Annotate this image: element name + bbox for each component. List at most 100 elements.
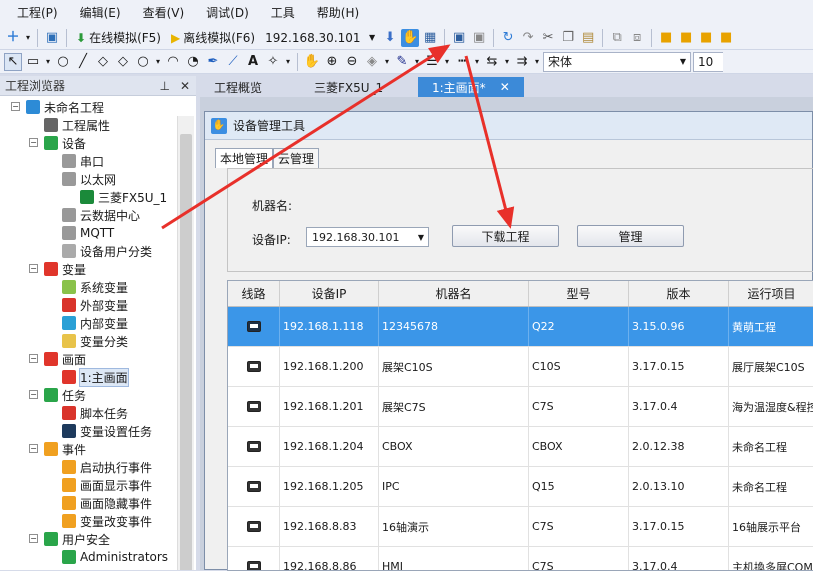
- tab-main-screen[interactable]: 1:主画面* ✕: [418, 77, 524, 97]
- copy-icon[interactable]: ❐: [559, 29, 577, 47]
- diamond-icon[interactable]: ◇: [94, 53, 112, 71]
- dropdown-arrow-icon[interactable]: ▾: [503, 53, 511, 71]
- expand-toggle-icon[interactable]: −: [29, 534, 38, 543]
- tree-node[interactable]: 任务: [44, 386, 86, 404]
- tab-local-management[interactable]: 本地管理: [215, 148, 274, 168]
- arc-icon[interactable]: ◠: [164, 53, 182, 71]
- online-simulation-button[interactable]: ⬇ 在线模拟(F5): [72, 28, 165, 48]
- zoom-out-icon[interactable]: ⊖: [343, 53, 361, 71]
- manage-button[interactable]: 管理: [577, 225, 684, 247]
- line-color-icon[interactable]: ✎: [393, 53, 411, 71]
- tree-node[interactable]: 画面隐藏事件: [62, 494, 152, 512]
- dropdown-arrow-icon[interactable]: ▾: [443, 53, 451, 71]
- connector-icon[interactable]: ⟋: [224, 53, 242, 71]
- download-icon[interactable]: ⬇: [381, 29, 399, 47]
- layer-icon[interactable]: ■: [717, 29, 735, 47]
- tree-node[interactable]: 未命名工程: [26, 98, 104, 116]
- column-header[interactable]: 型号: [529, 281, 629, 306]
- expand-toggle-icon[interactable]: −: [29, 264, 38, 273]
- expand-toggle-icon[interactable]: −: [29, 390, 38, 399]
- rectangle-icon[interactable]: ▭: [24, 53, 42, 71]
- line-icon[interactable]: ╱: [74, 53, 92, 71]
- tree-node[interactable]: 外部变量: [62, 296, 128, 314]
- device-manager-icon[interactable]: ✋: [401, 28, 420, 47]
- expand-toggle-icon[interactable]: −: [11, 102, 20, 111]
- tree-node[interactable]: 变量: [44, 260, 86, 278]
- column-header[interactable]: 运行项目: [729, 281, 813, 306]
- menu-item[interactable]: 工具: [260, 0, 306, 26]
- table-row[interactable]: 192.168.1.118 12345678 Q22 3.15.0.96 黄萌工程: [228, 307, 813, 347]
- refresh-icon[interactable]: ↻: [499, 29, 517, 47]
- close-icon[interactable]: ✕: [180, 79, 190, 93]
- dropdown-arrow-icon[interactable]: ▾: [284, 53, 292, 71]
- text-icon[interactable]: A: [244, 53, 262, 71]
- zoom-icon[interactable]: ⊕: [323, 53, 341, 71]
- tree-node[interactable]: 工程属性: [44, 116, 110, 134]
- dropdown-arrow-icon[interactable]: ▾: [24, 29, 32, 47]
- font-family-select[interactable]: 宋体 ▼: [543, 51, 691, 72]
- circle-icon[interactable]: ○: [54, 53, 72, 71]
- redo-icon[interactable]: ↷: [519, 29, 537, 47]
- menu-item[interactable]: 帮助(H): [306, 0, 370, 26]
- pen-icon[interactable]: ✒: [204, 53, 222, 71]
- tree-node[interactable]: 变量分类: [62, 332, 128, 350]
- tree-node[interactable]: 内部变量: [62, 314, 128, 332]
- pin-icon[interactable]: ⊥: [159, 79, 169, 93]
- column-header[interactable]: 机器名: [379, 281, 529, 306]
- tree-node[interactable]: 用户安全: [44, 530, 110, 548]
- scrollbar-thumb[interactable]: [180, 134, 192, 570]
- menu-item[interactable]: 工程(P): [6, 0, 69, 26]
- table-row[interactable]: 192.168.1.201 展架C7S C7S 3.17.0.4 海为温湿度&程控: [228, 387, 813, 427]
- dropdown-arrow-icon[interactable]: ▾: [473, 53, 481, 71]
- column-header[interactable]: 版本: [629, 281, 729, 306]
- tree-node[interactable]: 三菱FX5U_1: [80, 188, 167, 206]
- ungroup-icon[interactable]: ⧈: [628, 29, 646, 47]
- menu-item[interactable]: 编辑(E): [69, 0, 132, 26]
- dropdown-arrow-icon[interactable]: ▾: [383, 53, 391, 71]
- expand-toggle-icon[interactable]: −: [29, 354, 38, 363]
- expand-toggle-icon[interactable]: −: [29, 444, 38, 453]
- dropdown-arrow-icon[interactable]: ▾: [44, 53, 52, 71]
- monitor-stop-icon[interactable]: ▣: [470, 29, 488, 47]
- close-icon[interactable]: ✕: [500, 80, 510, 94]
- monitor-run-icon[interactable]: ▣: [450, 29, 468, 47]
- align-icon[interactable]: ■: [657, 29, 675, 47]
- tree-node[interactable]: 云数据中心: [62, 206, 140, 224]
- arrow-both-icon[interactable]: ⇆: [483, 53, 501, 71]
- tree-node[interactable]: 启动执行事件: [62, 458, 152, 476]
- tree-node[interactable]: 设备用户分类: [62, 242, 152, 260]
- save-icon[interactable]: ▣: [43, 29, 61, 47]
- column-header[interactable]: 线路: [228, 281, 280, 306]
- pan-hand-icon[interactable]: ✋: [303, 53, 321, 71]
- paste-icon[interactable]: ▤: [579, 29, 597, 47]
- pie-icon[interactable]: ◔: [184, 53, 202, 71]
- tree-node[interactable]: 事件: [44, 440, 86, 458]
- table-row[interactable]: 192.168.1.204 CBOX CBOX 2.0.12.38 未命名工程: [228, 427, 813, 467]
- new-icon[interactable]: ＋: [4, 29, 22, 47]
- tree-node[interactable]: Administrators: [62, 548, 168, 566]
- ellipse-icon[interactable]: ○: [134, 53, 152, 71]
- column-header[interactable]: 设备IP: [280, 281, 379, 306]
- tree-node[interactable]: 画面: [44, 350, 86, 368]
- tree-scrollbar[interactable]: [177, 116, 194, 570]
- tree-node[interactable]: 1:主画面: [62, 367, 129, 387]
- group-icon[interactable]: ⧉: [608, 29, 626, 47]
- bring-front-icon[interactable]: ■: [677, 29, 695, 47]
- shape-icon[interactable]: ✧: [264, 53, 282, 71]
- diamond-outline-icon[interactable]: ◇: [114, 53, 132, 71]
- menu-item[interactable]: 调试(D): [195, 0, 260, 26]
- expand-toggle-icon[interactable]: −: [29, 138, 38, 147]
- ip-select[interactable]: 192.168.30.101 ▼: [261, 28, 379, 48]
- schedule-icon[interactable]: ▦: [421, 29, 439, 47]
- tree-node[interactable]: MQTT: [62, 224, 114, 242]
- fill-color-icon[interactable]: ◈: [363, 53, 381, 71]
- offline-simulation-button[interactable]: ▶ 离线模拟(F6): [167, 28, 259, 48]
- device-ip-select[interactable]: 192.168.30.101 ▼: [306, 227, 429, 247]
- dropdown-arrow-icon[interactable]: ▾: [533, 53, 541, 71]
- tree-node[interactable]: 画面显示事件: [62, 476, 152, 494]
- tab-plc-device[interactable]: 三菱FX5U_1: [300, 77, 418, 97]
- tab-project-overview[interactable]: 工程概览: [200, 77, 300, 97]
- dropdown-arrow-icon[interactable]: ▾: [413, 53, 421, 71]
- tree-node[interactable]: 脚本任务: [62, 404, 128, 422]
- tree-node[interactable]: 变量设置任务: [62, 422, 152, 440]
